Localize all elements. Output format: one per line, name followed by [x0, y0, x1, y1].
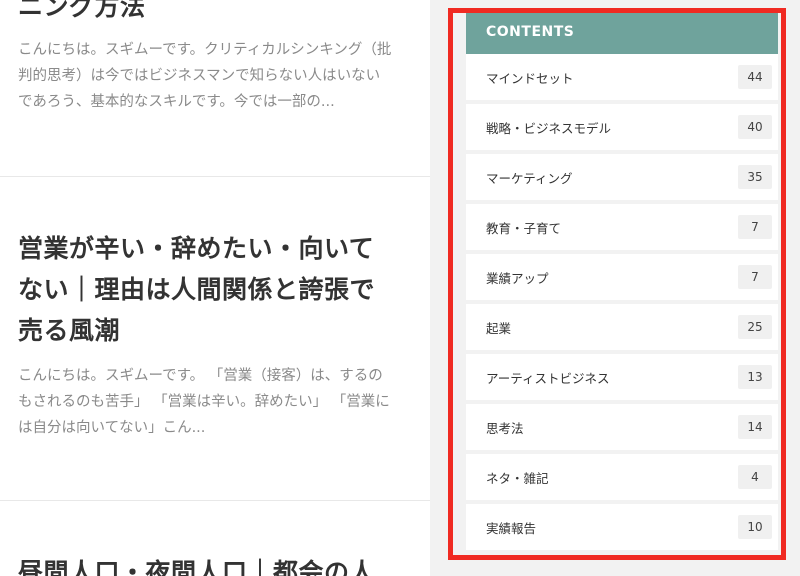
post-divider [0, 500, 430, 501]
post-title[interactable]: 営業が辛い・辞めたい・向いてない｜理由は人間関係と誇張で売る風潮 [18, 228, 398, 351]
post-excerpt: こんにちは。スギムーです。 「営業（接客）は、するのもされるのも苦手」 「営業は… [18, 368, 390, 436]
post-excerpt: こんにちは。スギムーです。クリティカルシンキング（批判的思考）は今ではビジネスマ… [18, 42, 392, 110]
post-divider [0, 176, 430, 177]
post-title[interactable]: ニング方法 [18, 0, 146, 27]
highlight-annotation-box [448, 8, 786, 560]
main-content: ニング方法 こんにちは。スギムーです。クリティカルシンキング（批判的思考）は今で… [0, 0, 430, 576]
post-title[interactable]: 昼間人口・夜間人口｜都会の人 [18, 552, 375, 576]
